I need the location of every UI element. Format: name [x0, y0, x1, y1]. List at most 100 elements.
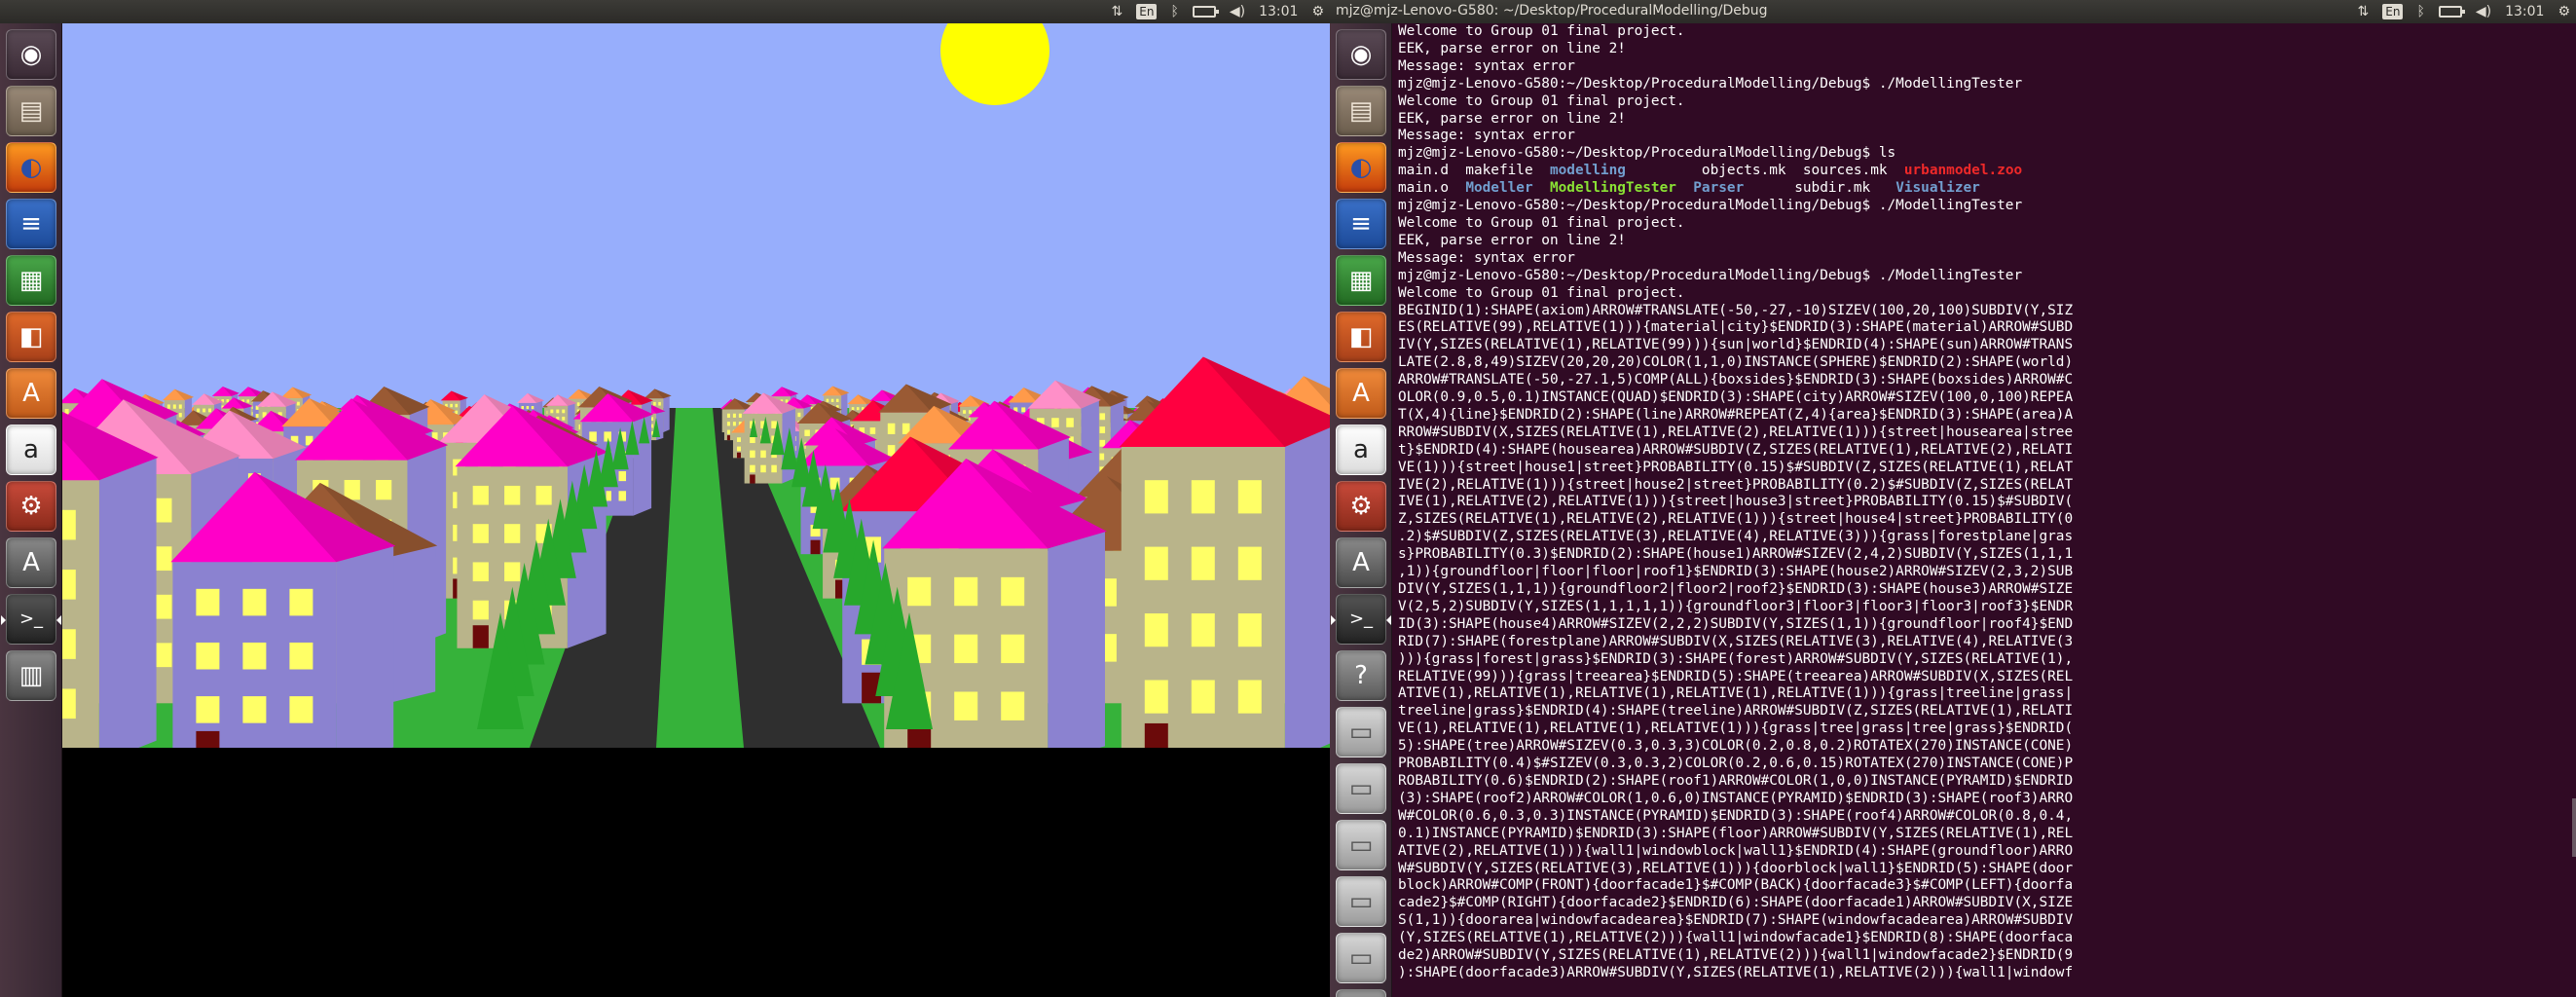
drive-5-icon: ▭ — [1348, 943, 1374, 973]
house-window — [658, 401, 661, 406]
impress-icon: ◧ — [18, 322, 44, 351]
launcher-drive-5-button[interactable]: ▭ — [1336, 933, 1386, 983]
house-window — [289, 696, 313, 723]
terminal-colored-entry: urbanmodel.zoo — [1903, 163, 2023, 179]
house-window — [556, 409, 560, 414]
launcher-system-settings-button[interactable]: ⚙ — [1336, 481, 1386, 532]
gear-icon[interactable]: ⚙ — [1311, 2, 1324, 21]
launcher-firefox-button[interactable]: ◐ — [1336, 142, 1386, 193]
house-window — [562, 416, 566, 421]
volume-icon[interactable]: ◀) — [1230, 2, 1245, 21]
terminal-line: (3):SHAPE(roof2)ARROW#COLOR(1,0.6,0)INST… — [1398, 790, 2074, 806]
house-window — [1021, 407, 1026, 413]
volume-icon[interactable]: ◀) — [2476, 2, 2491, 21]
terminal-line: ATIVE(1),RELATIVE(1),RELATIVE(1),RELATIV… — [1398, 685, 2074, 702]
house-window — [856, 407, 860, 411]
terminal-output[interactable]: Welcome to Group 01 final project. EEK, p… — [1392, 23, 2576, 997]
launcher-workspaces-button[interactable]: ▥ — [6, 650, 56, 701]
bluetooth-icon[interactable]: ᛒ — [1170, 2, 1178, 21]
terminal-scrollbar[interactable] — [2572, 798, 2576, 857]
house-door — [1144, 722, 1168, 748]
terminal-line: V(2,5,2)SUBDIV(Y,SIZES(1,1,1,1,1)){groun… — [1398, 598, 2074, 614]
battery-icon[interactable] — [2438, 6, 2465, 18]
network-icon[interactable]: ⇅ — [1112, 2, 1123, 21]
house-window — [208, 408, 212, 413]
house-window — [472, 485, 489, 505]
terminal-icon: >_ — [1348, 609, 1374, 629]
terminal-line: mjz@mjz-Lenovo-G580:~/Desktop/Procedural… — [1398, 145, 1896, 162]
terminal-line: OLOR(0.9,0.5,0.1)INSTANCE(QUAD)$ENDRID(3… — [1398, 389, 2074, 406]
launcher-files-button[interactable]: ▤ — [6, 86, 56, 136]
terminal-line: PROBABILITY(0.4)$#SIZEV(0.3,0.3,2)COLOR(… — [1398, 756, 2074, 772]
house-window — [62, 629, 76, 659]
house-window — [732, 413, 736, 418]
launcher-dash-button[interactable]: ◉ — [1336, 29, 1386, 80]
launcher-terminal-button[interactable]: >_ — [1331, 594, 1391, 645]
launcher-software-updater-button[interactable]: A — [1336, 537, 1386, 588]
launcher-writer-button[interactable]: ≡ — [1336, 199, 1386, 249]
city-scene — [62, 356, 1330, 748]
launcher-amazon-button[interactable]: a — [1336, 425, 1386, 475]
house-window — [726, 413, 730, 418]
drive-4-icon: ▭ — [1348, 887, 1374, 916]
house-door — [907, 728, 932, 748]
house-window — [521, 406, 525, 410]
launcher-firefox-button[interactable]: ◐ — [6, 142, 56, 193]
house-window — [618, 491, 627, 501]
terminal-line: Welcome to Group 01 final project. — [1398, 214, 1685, 231]
launcher-drive-2-button[interactable]: ▭ — [1336, 763, 1386, 814]
terminal-line: EEK, parse error on line 2! — [1398, 232, 1626, 248]
terminal-line: ARROW#TRANSLATE(-50,-27.1,5)COMP(ALL){bo… — [1398, 372, 2074, 388]
house-window — [869, 427, 876, 434]
house-window — [1001, 691, 1025, 720]
launcher-writer-button[interactable]: ≡ — [6, 199, 56, 249]
house-door — [726, 435, 730, 441]
house-window — [732, 422, 736, 426]
house-window — [653, 401, 656, 406]
gear-icon[interactable]: ⚙ — [2558, 2, 2570, 21]
launcher-dash-button[interactable]: ◉ — [6, 29, 56, 80]
house-window — [604, 431, 611, 442]
network-icon[interactable]: ⇅ — [2358, 2, 2370, 21]
terminal-text: main.o — [1398, 180, 1466, 197]
terminal-line: IVE(2),RELATIVE(1))){street|house2|stree… — [1398, 476, 2074, 493]
launcher-drive-3-button[interactable]: ▭ — [1336, 820, 1386, 870]
launcher-help-button[interactable]: ? — [1336, 650, 1386, 701]
terminal-line: W#COLOR(0.6,0.3,0.3)INSTANCE(PYRAMID)$EN… — [1398, 807, 2074, 824]
launcher-drive-4-button[interactable]: ▭ — [1336, 876, 1386, 927]
house-window — [1237, 680, 1262, 714]
launcher-software-center-button[interactable]: A — [6, 368, 56, 419]
software-updater-icon: A — [1352, 548, 1370, 577]
battery-icon[interactable] — [1192, 6, 1219, 18]
launcher-software-updater-button[interactable]: A — [6, 537, 56, 588]
clock[interactable]: 13:01 — [2505, 2, 2544, 21]
terminal-line: LATE(2.8,8,49)SIZEV(20,20,20)COLOR(1,1,0… — [1398, 354, 2074, 371]
launcher-drive-1-button[interactable]: ▭ — [1336, 707, 1386, 757]
terminal-line: EEK, parse error on line 2! — [1398, 110, 1626, 127]
clock[interactable]: 13:01 — [1259, 2, 1298, 21]
left-screen: ⇅ En ᛒ ◀) 13:01 ⚙ ◉ ▤ ◐ ≡ ▦ ◧ Aa ⚙ A >_ ▥ — [0, 0, 1330, 997]
house-window — [1051, 418, 1059, 427]
house-window — [562, 409, 566, 414]
terminal-line: main.d makefile modelling objects.mk sou… — [1398, 163, 2570, 180]
keyboard-layout-indicator[interactable]: En — [2382, 4, 2404, 19]
launcher-calc-button[interactable]: ▦ — [1336, 255, 1386, 306]
launcher-software-center-button[interactable]: A — [1336, 368, 1386, 419]
terminal-line: ID(3):SHAPE(house4)ARROW#SIZEV(2,2,2)SUB… — [1398, 615, 2074, 632]
launcher-amazon-button[interactable]: a — [6, 425, 56, 475]
bluetooth-icon[interactable]: ᛒ — [2416, 2, 2424, 21]
launcher-files-button[interactable]: ▤ — [1336, 86, 1386, 136]
launcher-system-settings-button[interactable]: ⚙ — [6, 481, 56, 532]
launcher-impress-button[interactable]: ◧ — [1336, 312, 1386, 362]
launcher-calc-button[interactable]: ▦ — [6, 255, 56, 306]
house-window — [1001, 576, 1025, 607]
house-door — [736, 452, 741, 459]
terminal-colored-entry: Parser — [1693, 180, 1745, 197]
workspaces-icon: ▥ — [18, 661, 44, 690]
house-window — [1144, 613, 1168, 647]
house-window — [289, 588, 313, 616]
launcher-impress-button[interactable]: ◧ — [6, 312, 56, 362]
launcher-terminal-button[interactable]: >_ — [1, 594, 61, 645]
keyboard-layout-indicator[interactable]: En — [1136, 4, 1158, 19]
launcher-trash-button[interactable]: ⌫ — [1336, 989, 1386, 997]
